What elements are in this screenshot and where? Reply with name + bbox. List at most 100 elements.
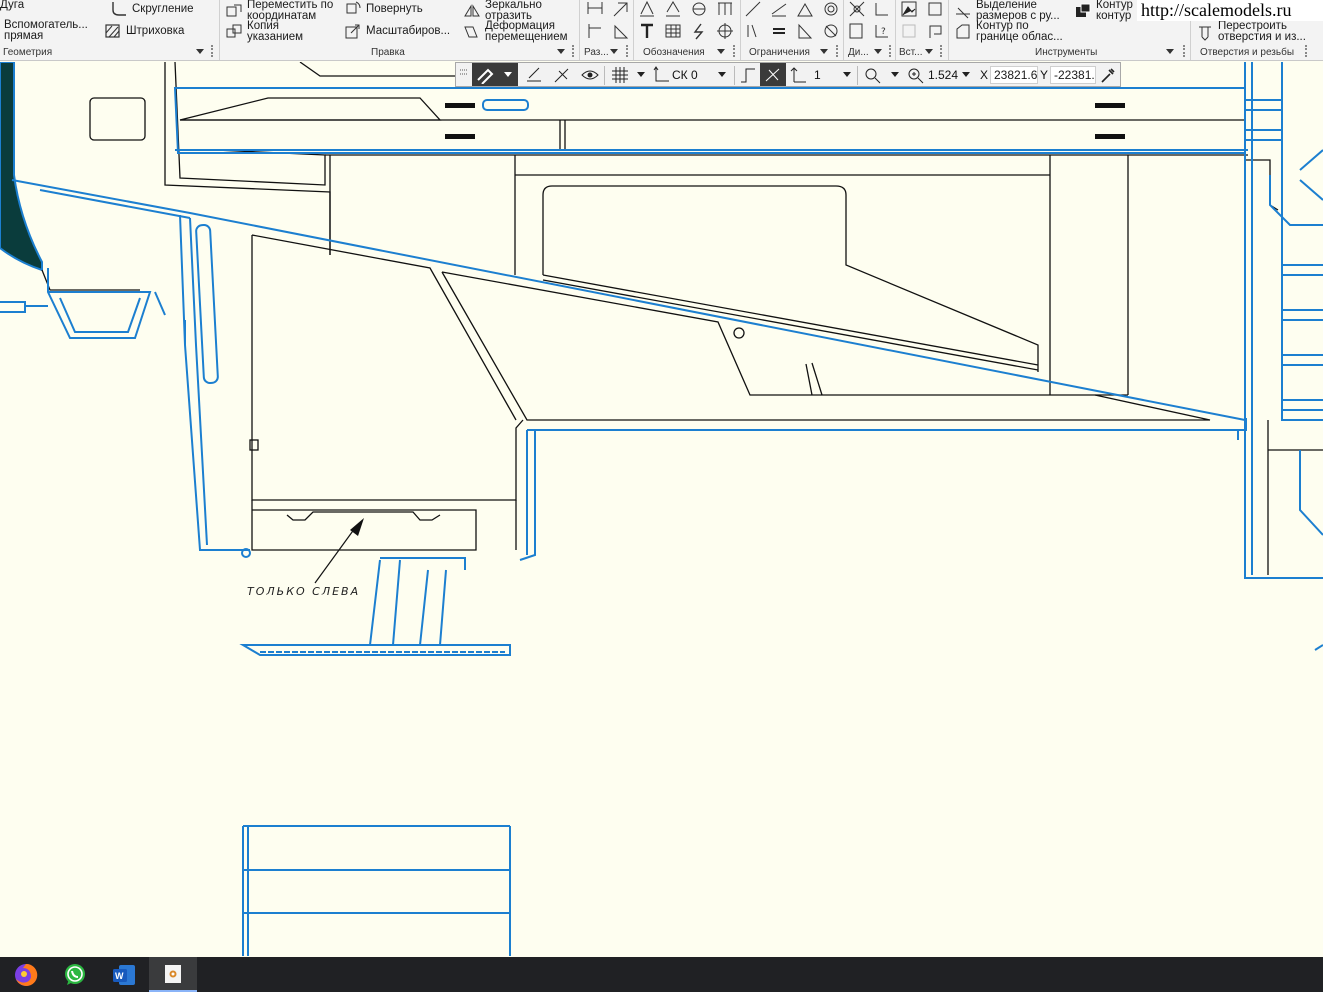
di-expand-icon[interactable]	[874, 49, 882, 54]
group-divider	[843, 0, 844, 60]
zoom-window-button[interactable]	[863, 66, 883, 84]
taskbar-whatsapp[interactable]	[51, 957, 99, 992]
taskbar-firefox[interactable]	[2, 957, 50, 992]
rebuild-holes-icon	[1199, 26, 1211, 41]
tangent-icon[interactable]	[822, 22, 840, 40]
vertical-constraint-icon[interactable]	[744, 22, 762, 40]
angle-constraint-icon[interactable]	[770, 0, 788, 18]
toolbar-grip-icon[interactable]	[458, 66, 470, 84]
zoom-window-dropdown-icon[interactable]	[891, 72, 899, 77]
fillet-icon	[112, 2, 126, 16]
fix-point-icon[interactable]	[796, 0, 814, 18]
zoom-value-field[interactable]: 1.524	[928, 66, 958, 84]
parameter-icon[interactable]	[848, 22, 866, 40]
rotate-tool[interactable]: Повернуть	[344, 0, 423, 18]
hatch-tool[interactable]: Штриховка	[104, 22, 184, 40]
fillet-tool[interactable]: Скругление	[110, 0, 194, 18]
perpendicular-icon[interactable]	[796, 22, 814, 40]
drawing-canvas[interactable]	[0, 62, 1323, 956]
move-coords-tool[interactable]: Переместить по координатам	[225, 0, 333, 22]
toolbar-divider	[734, 66, 735, 85]
collinear-icon[interactable]	[744, 0, 762, 18]
group-divider	[948, 0, 949, 60]
zoom-value: 1.524	[928, 68, 959, 82]
group-label-holes: Отверстия и резьбы	[1200, 47, 1295, 58]
grid-button[interactable]	[610, 66, 630, 84]
roughness-icon[interactable]	[664, 0, 682, 18]
zoom-button[interactable]	[906, 66, 926, 84]
rebuild-holes-label-2: отверстия и из...	[1218, 31, 1306, 43]
question-dimension-icon[interactable]: ?	[873, 22, 891, 40]
select-dims-tool[interactable]: Выделение размеров с ру...	[954, 0, 1060, 22]
position-icon[interactable]	[690, 0, 708, 18]
diagnostics-icon[interactable]	[848, 0, 866, 18]
step-cursor-icon	[790, 67, 806, 83]
group-grip-icon	[626, 45, 628, 57]
tools-expand-icon[interactable]	[1166, 49, 1174, 54]
cs-dropdown-icon[interactable]	[718, 72, 726, 77]
center-mark-icon[interactable]	[716, 22, 734, 40]
text-icon[interactable]	[638, 22, 656, 40]
constraints-expand-icon[interactable]	[820, 49, 828, 54]
designations-expand-icon[interactable]	[717, 49, 725, 54]
table-header-icon[interactable]	[716, 0, 734, 18]
arc-label: Дуга	[0, 0, 25, 11]
select-dims-icon	[956, 7, 970, 19]
step-dropdown-icon[interactable]	[843, 72, 851, 77]
group-divider	[740, 0, 741, 60]
ortho-mode-button[interactable]	[524, 66, 544, 84]
table-icon[interactable]	[664, 22, 682, 40]
grid-dropdown-icon[interactable]	[637, 72, 645, 77]
break-line-icon[interactable]	[690, 22, 708, 40]
contour-icon	[1076, 3, 1091, 17]
eyedropper-button[interactable]	[1099, 66, 1117, 84]
chain-dimension-icon[interactable]	[612, 22, 630, 40]
angular-dimension-icon[interactable]	[612, 0, 630, 18]
snap-mode-button[interactable]	[472, 63, 518, 86]
group-grip-icon	[940, 45, 942, 57]
group-label-designations: Обозначения	[643, 47, 705, 58]
scale-tool[interactable]: Масштабиров...	[344, 22, 450, 40]
aux-line-tool[interactable]: Вспомогатель... прямая	[4, 19, 88, 42]
coordinate-system-select[interactable]: СК 0	[652, 66, 698, 84]
visibility-button[interactable]	[580, 66, 600, 84]
insert-image-icon[interactable]	[900, 0, 918, 18]
coordinate-system-value: СК 0	[672, 68, 698, 82]
equal-constraint-icon[interactable]	[770, 22, 788, 40]
dimensions-expand-icon[interactable]	[610, 49, 618, 54]
edit-expand-icon[interactable]	[557, 49, 565, 54]
arc-tool[interactable]: Дуга	[0, 0, 24, 11]
taskbar-word[interactable]: W	[100, 957, 148, 992]
contour-tool[interactable]: Контур контур	[1074, 0, 1133, 22]
y-coordinate-field[interactable]: -22381.8	[1050, 66, 1096, 84]
rotate-label: Повернуть	[366, 2, 423, 15]
contour-area-tool[interactable]: Контур по границе облас...	[954, 20, 1063, 43]
deform-tool[interactable]: Деформация перемещением	[463, 20, 568, 43]
concentric-icon[interactable]	[822, 0, 840, 18]
rebuild-holes-tool[interactable]: Перестроить отверстия и из...	[1196, 20, 1306, 43]
base-dimension-icon[interactable]	[586, 22, 604, 40]
step-value-select[interactable]: 1	[790, 66, 821, 84]
x-coordinate-field[interactable]: 23821.65	[990, 66, 1038, 84]
geometry-expand-icon[interactable]	[196, 49, 204, 54]
mirror-tool[interactable]: Зеркально отразить	[463, 0, 542, 22]
local-snap-button[interactable]	[552, 66, 572, 84]
taskbar-viewer[interactable]	[149, 957, 197, 992]
svg-text:W: W	[115, 971, 124, 981]
linear-dimension-icon[interactable]	[586, 0, 604, 18]
axes-icon	[653, 66, 669, 82]
group-grip-icon	[733, 45, 735, 57]
zoom-dropdown-icon[interactable]	[962, 72, 970, 77]
degrees-of-freedom-icon[interactable]	[873, 0, 891, 18]
round-button[interactable]	[738, 66, 758, 84]
leader-text-icon[interactable]	[638, 0, 656, 18]
aux-line-label-2: прямая	[4, 30, 44, 42]
insert-fragment-icon[interactable]	[926, 0, 944, 18]
insert-view-icon[interactable]	[926, 22, 944, 40]
insert-object-icon[interactable]	[900, 22, 918, 40]
insert-expand-icon[interactable]	[925, 49, 933, 54]
y-label: Y	[1040, 68, 1049, 82]
copy-tool[interactable]: Копия указанием	[225, 20, 303, 43]
snap-grid-button[interactable]	[760, 63, 786, 86]
group-grip-icon	[836, 45, 838, 57]
